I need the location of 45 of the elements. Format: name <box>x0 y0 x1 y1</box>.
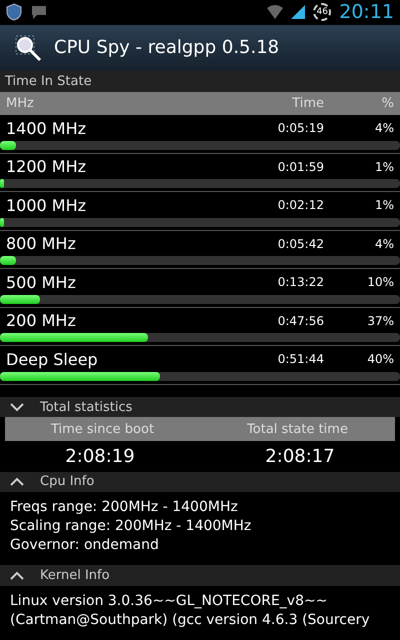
app-title: CPU Spy - realgpp 0.5.18 <box>54 37 280 58</box>
wifi-icon <box>267 5 284 20</box>
section-title: Total statistics <box>40 400 132 414</box>
section-header[interactable]: Cpu Info <box>0 472 400 492</box>
frequency-label: 800 MHz <box>6 234 77 254</box>
section-title: Kernel Info <box>40 568 110 584</box>
percent-value: 1% <box>374 160 394 174</box>
percent-value: 37% <box>366 314 394 328</box>
battery-indicator: 46 <box>313 3 332 22</box>
time-value: 0:13:22 <box>276 275 324 290</box>
frequency-label: Deep Sleep <box>6 350 99 369</box>
time-value: 0:01:59 <box>276 160 324 174</box>
stats-header: Time since boot Total state time <box>5 417 395 442</box>
percent-value: 1% <box>374 198 394 212</box>
frequency-label: 500 MHz <box>6 272 77 292</box>
frequency-label: 200 MHz <box>6 311 77 330</box>
section-header[interactable]: Kernel Info <box>0 565 400 586</box>
info-line: Scaling range: 200MHz - 1400MHz <box>10 517 252 536</box>
stat-value: 2:08:19 <box>64 446 136 467</box>
time-value: 0:47:56 <box>276 314 324 328</box>
percent-value: 4% <box>374 236 394 251</box>
time-value: 0:05:42 <box>276 236 324 251</box>
section-header: Time In State <box>0 71 400 92</box>
section-header[interactable]: Total statistics <box>0 396 400 418</box>
table-header: MHz Time % <box>0 92 400 116</box>
frequency-label: 1400 MHz <box>6 118 88 138</box>
info-line: Linux version 3.0.36~~GL_NOTECORE_v8~~ <box>10 592 328 612</box>
frequency-label: 1000 MHz <box>6 196 88 215</box>
chat-bubble-icon <box>30 4 48 20</box>
magnifier-icon <box>14 34 42 62</box>
stat-value: 2:08:17 <box>264 446 336 467</box>
info-line: Freqs range: 200MHz - 1400MHz <box>10 498 239 518</box>
time-value: 0:51:44 <box>276 352 324 366</box>
percent-value: 10% <box>366 275 394 290</box>
info-line: Governor: ondemand <box>10 536 160 556</box>
clock: 20:11 <box>339 1 394 24</box>
signal-icon <box>291 5 306 20</box>
frequency-label: 1200 MHz <box>6 157 88 176</box>
percent-value: 40% <box>366 352 394 366</box>
section-title: Cpu Info <box>40 474 94 490</box>
percent-value: 4% <box>374 121 394 136</box>
shield-icon <box>6 3 22 22</box>
time-value: 0:05:19 <box>276 121 324 136</box>
time-value: 0:02:12 <box>276 198 324 212</box>
info-line: (Cartman@Southpark) (gcc version 4.6.3 (Sourcery <box>10 611 371 630</box>
